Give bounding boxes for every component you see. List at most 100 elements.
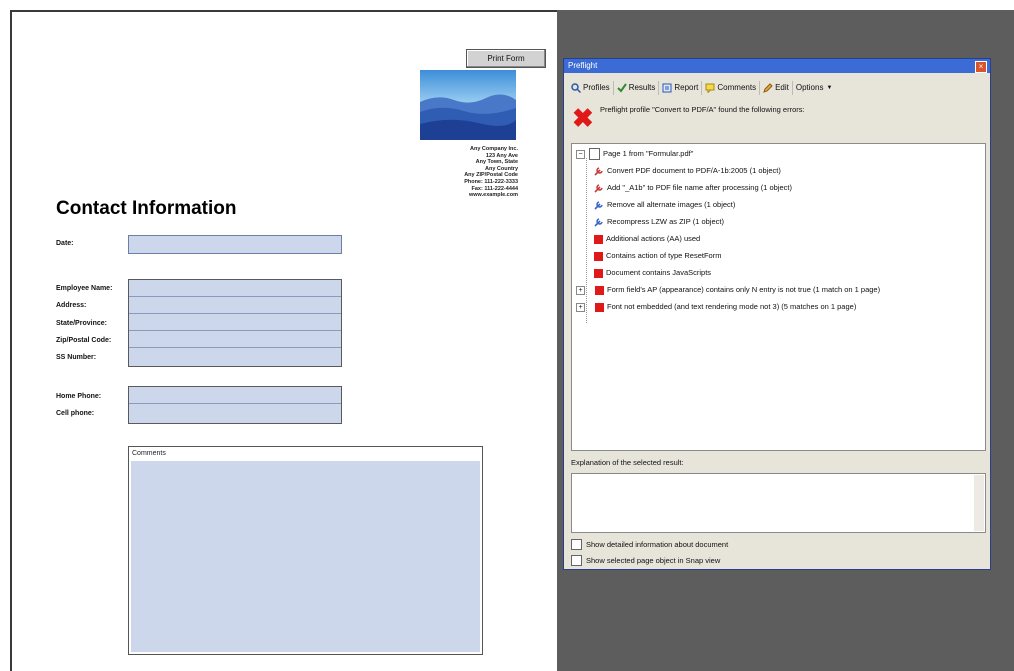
print-form-button[interactable]: Print Form (466, 49, 546, 68)
page-icon (589, 148, 600, 161)
snap-view-label: Show selected page object in Snap view (586, 556, 721, 565)
error-icon (595, 302, 604, 312)
company-address: Any Company Inc. 123 Any Ave Any Town, S… (372, 146, 518, 199)
explanation-textbox[interactable] (571, 473, 986, 533)
tree-fixup-item[interactable]: Convert PDF document to PDF/A-1b:2005 (1… (594, 163, 781, 179)
frame-left-border (0, 0, 10, 671)
tree-error-item[interactable]: + Font not embedded (and text rendering m… (576, 299, 856, 315)
edit-tab[interactable]: Edit (760, 81, 793, 95)
profiles-tab[interactable]: Profiles (568, 81, 614, 95)
preflight-message: Preflight profile "Convert to PDF/A" fou… (600, 105, 805, 114)
tree-page-label: Page 1 from "Formular.pdf" (603, 149, 694, 158)
comments-box: Comments (128, 446, 483, 655)
close-icon[interactable]: × (975, 61, 987, 73)
tree-fixup-label: Remove all alternate images (1 object) (607, 200, 736, 209)
wrench-icon (594, 218, 603, 227)
comments-tab[interactable]: Comments (702, 81, 761, 95)
date-field[interactable] (128, 235, 342, 254)
company-logo-image (420, 70, 516, 140)
form-page: Print Form Any Company Inc. 123 Any Ave … (10, 10, 557, 671)
detailed-info-label: Show detailed information about document (586, 540, 729, 549)
error-icon (594, 234, 603, 244)
form-title: Contact Information (56, 198, 237, 219)
tree-fixup-item[interactable]: Add "_A1b" to PDF file name after proces… (594, 180, 792, 196)
report-tab[interactable]: Report (659, 81, 703, 95)
results-tree: − Page 1 from "Formular.pdf" Convert PDF … (571, 143, 986, 451)
address-line: Any Company Inc. (470, 146, 518, 152)
preflight-titlebar[interactable]: Preflight × (564, 59, 990, 73)
dropdown-arrow-icon: ▼ (826, 85, 833, 91)
comments-field[interactable] (131, 461, 480, 652)
frame-top-border (0, 0, 1014, 10)
date-label: Date: (56, 240, 74, 247)
results-label: Results (628, 83, 656, 92)
options-menu[interactable]: Options ▼ (793, 81, 836, 95)
tree-error-item[interactable]: + Form field's AP (appearance) contains o… (576, 282, 880, 298)
cell-phone-field[interactable] (129, 404, 341, 421)
error-icon (594, 268, 603, 278)
edit-label: Edit (775, 83, 789, 92)
address-line: Fax: 111-222-4444 (471, 185, 518, 192)
expand-icon[interactable]: + (576, 285, 585, 295)
address-line: 123 Any Ave (485, 152, 518, 159)
explanation-scrollbar[interactable] (974, 475, 984, 531)
options-label: Options (795, 83, 824, 92)
address-field[interactable] (129, 297, 341, 314)
collapse-icon[interactable]: − (576, 149, 585, 159)
ss-number-label: SS Number: (56, 354, 97, 361)
snap-view-checkbox[interactable] (571, 555, 582, 566)
tree-error-item[interactable]: Contains action of type ResetForm (594, 248, 721, 264)
error-icon (594, 251, 603, 261)
profiles-label: Profiles (583, 83, 610, 92)
employee-name-label: Employee Name: (56, 285, 113, 292)
address-line: www.example.com (468, 192, 518, 199)
tree-page-node[interactable]: − Page 1 from "Formular.pdf" (576, 146, 693, 162)
phone-fields-group (128, 386, 342, 424)
tree-fixup-item[interactable]: Remove all alternate images (1 object) (594, 197, 735, 213)
tree-error-label: Additional actions (AA) used (606, 234, 701, 243)
explanation-label: Explanation of the selected result: (571, 458, 684, 467)
comments-label: Comments (132, 450, 166, 457)
tree-error-label: Font not embedded (and text rendering mo… (607, 302, 857, 311)
checkmark-icon (616, 83, 627, 93)
tree-fixup-item[interactable]: Recompress LZW as ZIP (1 object) (594, 214, 724, 230)
ss-number-field[interactable] (129, 348, 341, 365)
report-label: Report (674, 83, 699, 92)
magnifier-icon (571, 83, 581, 93)
zip-field[interactable] (129, 331, 341, 348)
error-x-icon: ✖ (572, 103, 594, 133)
comments-tab-label: Comments (717, 83, 757, 92)
wrench-icon (594, 201, 603, 210)
report-icon (662, 83, 672, 93)
state-field[interactable] (129, 314, 341, 331)
tree-fixup-label: Recompress LZW as ZIP (1 object) (607, 217, 724, 226)
zip-label: Zip/Postal Code: (56, 337, 112, 344)
detailed-info-checkbox-row[interactable]: Show detailed information about document (571, 539, 728, 550)
snap-view-checkbox-row[interactable]: Show selected page object in Snap view (571, 555, 720, 566)
tree-error-item[interactable]: Additional actions (AA) used (594, 231, 700, 247)
employee-fields-group (128, 279, 342, 367)
cell-phone-label: Cell phone: (56, 410, 95, 417)
preflight-toolbar: Profiles Results Report Comments Edit Op… (568, 81, 835, 95)
address-label: Address: (56, 302, 87, 309)
pencil-icon (763, 83, 773, 93)
tree-error-label: Form field's AP (appearance) contains on… (607, 285, 881, 294)
tree-error-label: Document contains JavaScripts (606, 268, 712, 277)
preflight-panel: Preflight × Profiles Results Report Comm… (563, 58, 991, 570)
wrench-icon (594, 184, 603, 193)
error-icon (595, 285, 604, 295)
tree-fixup-label: Add "_A1b" to PDF file name after proces… (607, 183, 792, 192)
home-phone-field[interactable] (129, 387, 341, 404)
comment-icon (705, 83, 715, 93)
detailed-info-checkbox[interactable] (571, 539, 582, 550)
employee-name-field[interactable] (129, 280, 341, 297)
tree-fixup-label: Convert PDF document to PDF/A-1b:2005 (1… (607, 166, 781, 175)
tree-error-label: Contains action of type ResetForm (606, 251, 722, 260)
home-phone-label: Home Phone: (56, 393, 102, 400)
wrench-icon (594, 167, 603, 176)
expand-icon[interactable]: + (576, 302, 585, 312)
address-line: Any ZIP/Postal Code (464, 172, 518, 179)
address-line: Any Town, State (475, 159, 518, 166)
results-tab[interactable]: Results (614, 81, 660, 95)
tree-error-item[interactable]: Document contains JavaScripts (594, 265, 711, 281)
